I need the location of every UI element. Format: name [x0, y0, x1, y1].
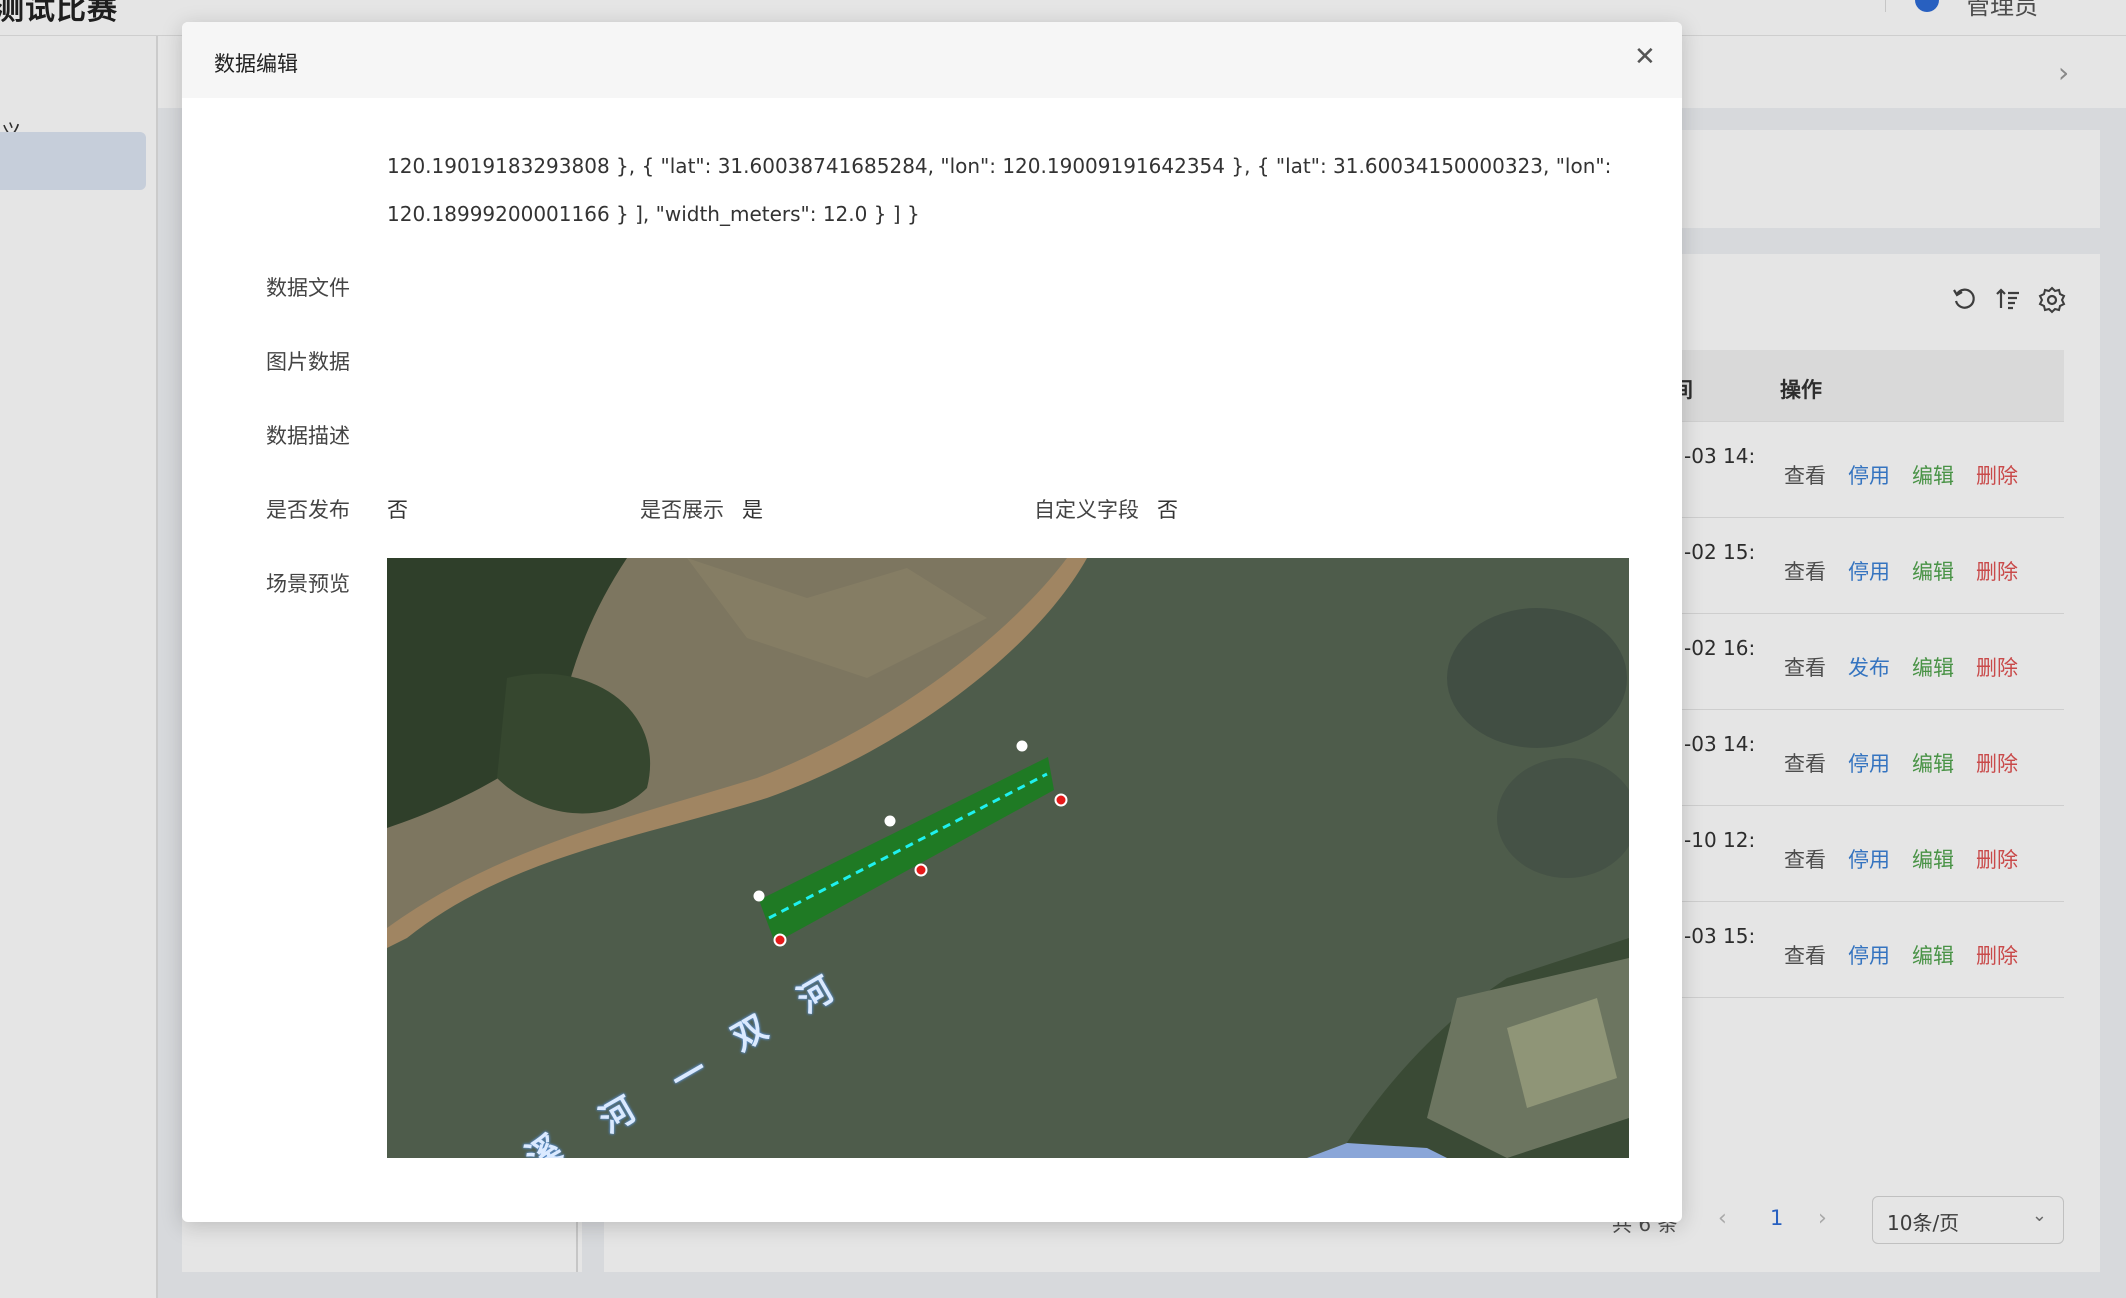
json-line-2: 120.18999200001166 } ], "width_meters": …	[387, 202, 920, 226]
scene-map[interactable]: 河 双 一 河 溪	[387, 558, 1629, 1158]
width-handle[interactable]	[914, 863, 928, 877]
close-icon[interactable]: ✕	[1634, 42, 1656, 72]
width-handle[interactable]	[1054, 793, 1068, 807]
vertex-handle[interactable]	[1016, 740, 1028, 752]
scene-preview-label: 场景预览	[266, 572, 350, 596]
drawn-geometry-layer	[753, 740, 1068, 947]
custom-field-value: 否	[1157, 498, 1178, 522]
vertex-handle[interactable]	[753, 890, 765, 902]
vertex-handle[interactable]	[884, 815, 896, 827]
dialog-title: 数据编辑	[214, 52, 298, 76]
description-label: 数据描述	[266, 424, 350, 448]
data-edit-dialog: 数据编辑 ✕ 120.19019183293808 }, { "lat": 31…	[182, 22, 1682, 1222]
data-file-label: 数据文件	[266, 276, 350, 300]
river-segment-polygon[interactable]	[759, 757, 1054, 943]
published-label: 是否发布	[266, 498, 350, 522]
shown-label: 是否展示	[640, 498, 724, 522]
shown-value: 是	[742, 498, 763, 522]
image-data-label: 图片数据	[266, 350, 350, 374]
custom-field-label: 自定义字段	[1034, 498, 1139, 522]
published-value: 否	[387, 498, 408, 522]
geometry-json-text: 120.19019183293808 }, { "lat": 31.600387…	[387, 142, 1637, 238]
json-line-1: 120.19019183293808 }, { "lat": 31.600387…	[387, 154, 1612, 178]
width-handle[interactable]	[773, 933, 787, 947]
centerline	[768, 772, 1048, 920]
dialog-header: 数据编辑 ✕	[182, 22, 1682, 98]
